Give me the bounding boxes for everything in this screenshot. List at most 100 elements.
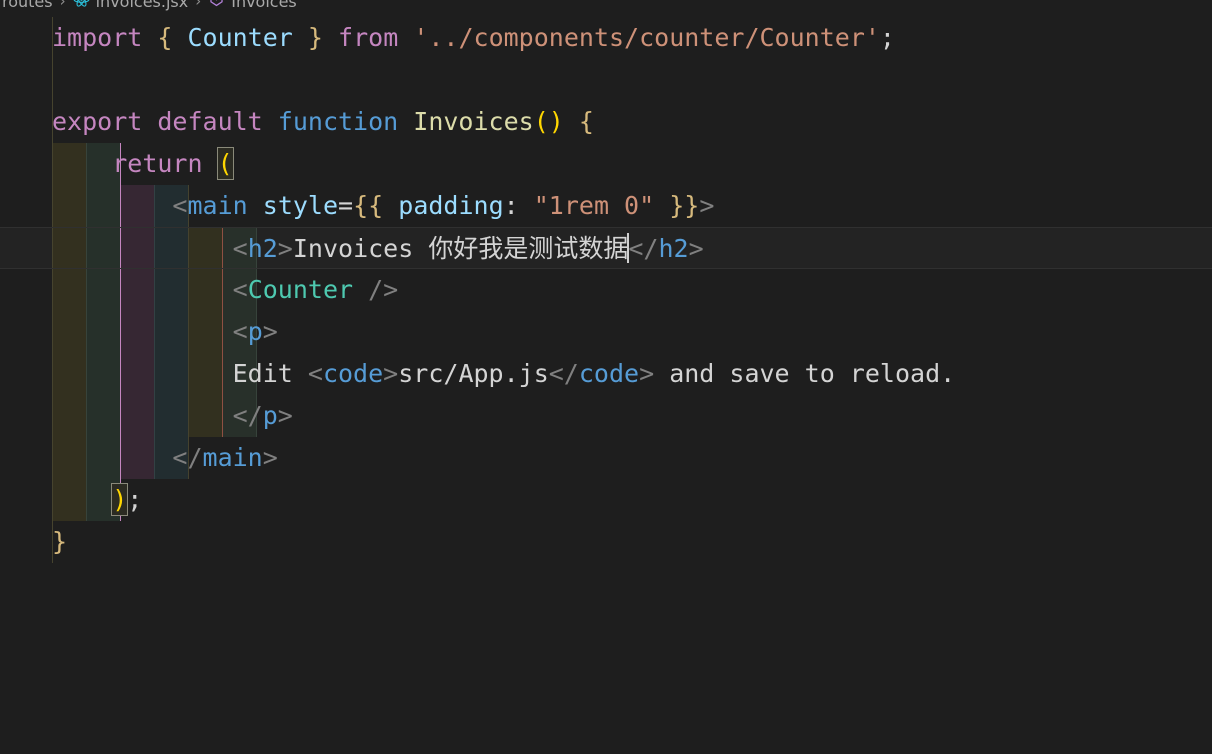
code-token: 你好我是测试数据: [428, 234, 628, 263]
code-token: Counter: [248, 275, 353, 304]
code-token: function: [278, 107, 398, 136]
code-line[interactable]: export default function Invoices() {: [0, 101, 1212, 143]
code-token: />: [353, 275, 398, 304]
code-token: }: [308, 23, 323, 52]
code-token: =: [338, 191, 353, 220]
code-line[interactable]: Edit <code>src/App.js</code> and save to…: [0, 353, 1212, 395]
code-token: [293, 23, 308, 52]
code-token: default: [157, 107, 262, 136]
code-token: >: [263, 443, 278, 472]
indent-guide-line: [52, 59, 53, 101]
code-token: </: [628, 234, 658, 263]
code-token: padding: [398, 191, 503, 220]
code-token: [203, 149, 218, 178]
code-token: >: [278, 234, 293, 263]
code-line-text: <main style={{ padding: "1rem 0" }}>: [52, 191, 714, 220]
code-token: <: [233, 275, 248, 304]
bracket-match-highlight: (: [218, 148, 233, 179]
breadcrumb-item-file[interactable]: invoices.jsx: [73, 0, 189, 12]
code-line[interactable]: [0, 59, 1212, 101]
code-line[interactable]: }: [0, 521, 1212, 563]
code-line[interactable]: </p>: [0, 395, 1212, 437]
code-token: [398, 23, 413, 52]
breadcrumb[interactable]: routes › invoices.jsx › Invoic: [0, 0, 297, 13]
code-token: export: [52, 107, 142, 136]
code-token: [383, 191, 398, 220]
code-line[interactable]: return (: [0, 143, 1212, 185]
code-line[interactable]: );: [0, 479, 1212, 521]
code-token: {: [157, 23, 172, 52]
code-editor[interactable]: routes › invoices.jsx › Invoic: [0, 0, 1212, 754]
code-token: src/App.js: [398, 359, 549, 388]
code-token: '../components/counter/Counter': [413, 23, 880, 52]
code-line-text: <h2>Invoices 你好我是测试数据</h2>: [52, 234, 704, 263]
code-line-text: <p>: [52, 317, 278, 346]
code-token: Counter: [188, 23, 293, 52]
code-line-text: </p>: [52, 401, 293, 430]
breadcrumb-separator: ›: [53, 0, 73, 10]
code-token: [172, 23, 187, 52]
breadcrumb-item-folder[interactable]: routes: [2, 0, 53, 11]
code-token: Invoices: [413, 107, 533, 136]
code-token: >: [689, 234, 704, 263]
code-token: >: [383, 359, 398, 388]
code-token: [398, 107, 413, 136]
code-token: [564, 107, 579, 136]
code-token: [263, 107, 278, 136]
code-token: [323, 23, 338, 52]
code-line[interactable]: <p>: [0, 311, 1212, 353]
code-line-text: Edit <code>src/App.js</code> and save to…: [52, 359, 955, 388]
code-token: ;: [880, 23, 895, 52]
code-token: main: [187, 191, 247, 220]
code-token: h2: [248, 234, 278, 263]
code-content[interactable]: import { Counter } from '../components/c…: [0, 17, 1212, 754]
code-line-text: }: [52, 527, 67, 556]
code-line-text: return (: [52, 149, 233, 178]
code-token: >: [699, 191, 714, 220]
code-token: [142, 107, 157, 136]
code-token: <: [172, 191, 187, 220]
bracket-match-highlight: ): [112, 484, 127, 515]
code-token: :: [504, 191, 534, 220]
breadcrumb-folder-label: routes: [2, 0, 53, 11]
code-token: {{: [353, 191, 383, 220]
code-token: >: [263, 317, 278, 346]
code-line-text: </main>: [52, 443, 278, 472]
code-token: >: [278, 401, 293, 430]
breadcrumb-symbol-label: Invoices: [231, 0, 297, 11]
code-token: <: [233, 317, 248, 346]
text-cursor: [627, 233, 629, 263]
code-token: h2: [658, 234, 688, 263]
code-token: Edit: [233, 359, 308, 388]
code-line-text: );: [52, 485, 142, 514]
code-line[interactable]: <h2>Invoices 你好我是测试数据</h2>: [0, 227, 1212, 269]
code-token: [248, 191, 263, 220]
code-token: }: [52, 527, 67, 556]
code-token: Invoices: [293, 234, 428, 263]
code-line[interactable]: </main>: [0, 437, 1212, 479]
code-line[interactable]: <main style={{ padding: "1rem 0" }}>: [0, 185, 1212, 227]
react-icon: [73, 0, 90, 12]
code-line[interactable]: import { Counter } from '../components/c…: [0, 17, 1212, 59]
code-token: main: [203, 443, 263, 472]
code-token: style: [263, 191, 338, 220]
code-token: (): [534, 107, 564, 136]
code-token: "1rem 0": [534, 191, 654, 220]
method-symbol-icon: [208, 0, 225, 12]
code-token: p: [263, 401, 278, 430]
code-token: return: [112, 149, 202, 178]
code-token: >: [639, 359, 654, 388]
breadcrumb-item-symbol[interactable]: Invoices: [208, 0, 297, 12]
code-token: [654, 191, 669, 220]
code-token: from: [338, 23, 398, 52]
code-line-text: <Counter />: [52, 275, 398, 304]
code-token: code: [579, 359, 639, 388]
code-token: </: [172, 443, 202, 472]
code-token: <: [308, 359, 323, 388]
code-line[interactable]: <Counter />: [0, 269, 1212, 311]
code-token: p: [248, 317, 263, 346]
breadcrumb-separator-2: ›: [188, 0, 208, 10]
code-token: code: [323, 359, 383, 388]
code-token: {: [579, 107, 594, 136]
code-token: </: [549, 359, 579, 388]
